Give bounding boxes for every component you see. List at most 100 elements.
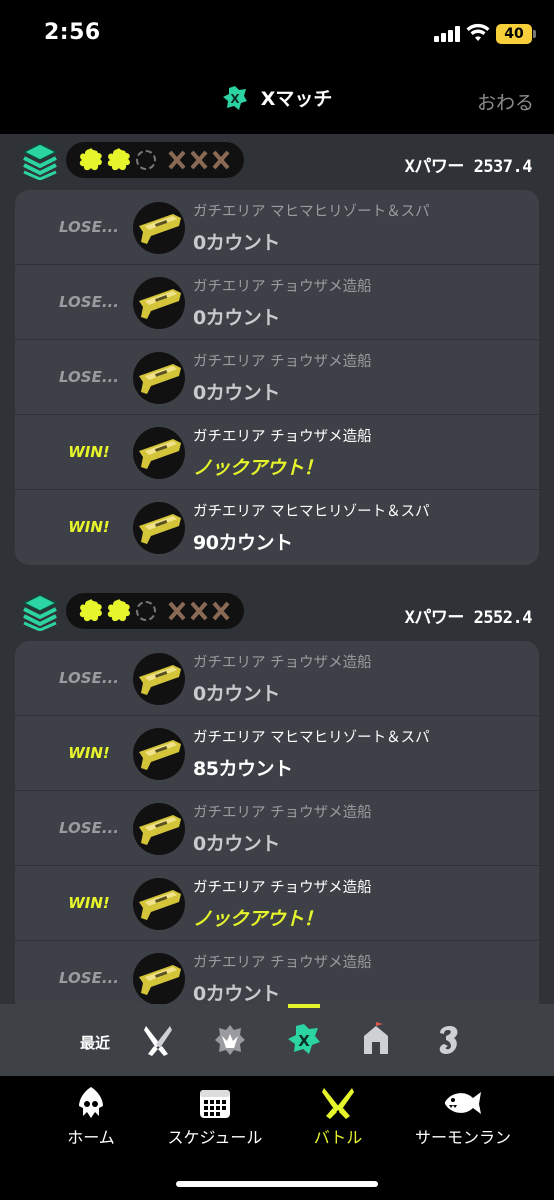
battle-card: LOSE... ガチエリア マヒマヒリゾート＆スパ 0カウント LOSE... ガチエリ… <box>15 190 539 565</box>
battle-score: 0カウント <box>193 307 280 329</box>
nav-label: ホーム <box>67 1128 115 1147</box>
challenge-icon[interactable] <box>358 1022 394 1058</box>
battle-row[interactable]: WIN! ガチエリア チョウザメ造船ノックアウト！ <box>15 866 539 941</box>
nav-label: バトル <box>313 1128 363 1147</box>
loss-cross-icon <box>168 601 186 621</box>
private-battle-icon[interactable] <box>430 1022 466 1058</box>
win-splat-icon <box>79 148 102 171</box>
splattershot-icon <box>133 653 185 705</box>
battle-result: LOSE... <box>59 819 119 837</box>
splattershot-icon <box>133 878 185 930</box>
battle-set: Xパワー 2552.4 LOSE... ガチエリア チョウザメ造船 0カウント WIN… <box>0 589 554 1004</box>
battle-row[interactable]: LOSE... ガチエリア チョウザメ造船 0カウント <box>15 641 539 716</box>
x-rank-icon <box>22 143 58 180</box>
anarchy-battle-icon[interactable] <box>212 1022 248 1058</box>
battle-set: Xパワー 2537.4 LOSE... ガチエリア マヒマヒリゾート＆スパ 0カウン… <box>0 138 554 565</box>
nav-label: スケジュール <box>167 1128 263 1147</box>
xpower-value: Xパワー 2552.4 <box>404 608 533 628</box>
mode-stage-label: ガチエリア チョウザメ造船 <box>193 279 372 295</box>
tab-recent[interactable]: 最近 <box>80 1032 110 1053</box>
calendar-icon <box>200 1090 230 1118</box>
battle-row[interactable]: LOSE... ガチエリア マヒマヒリゾート＆スパ 0カウント <box>15 190 539 265</box>
empty-slot-icon <box>136 601 156 621</box>
x-battle-icon[interactable]: X <box>286 1022 322 1058</box>
battle-result: LOSE... <box>59 218 119 236</box>
battle-score: 85カウント <box>193 758 293 780</box>
battle-row[interactable]: LOSE... ガチエリア チョウザメ造船 0カウント <box>15 791 539 866</box>
mode-stage-label: ガチエリア チョウザメ造船 <box>193 354 372 370</box>
set-header: Xパワー 2537.4 <box>0 138 554 190</box>
battle-score: 0カウント <box>193 983 280 1004</box>
loss-cross-icon <box>190 150 208 170</box>
battle-row[interactable]: WIN! ガチエリア マヒマヒリゾート＆スパ 85カウント <box>15 716 539 791</box>
home-indicator <box>176 1181 378 1187</box>
mode-tab-bar: 最近 X <box>0 1004 554 1076</box>
splattershot-icon <box>133 427 185 479</box>
win-splat-icon <box>107 148 130 171</box>
mode-stage-label: ガチエリア マヒマヒリゾート＆スパ <box>193 730 430 746</box>
mode-stage-label: ガチエリア マヒマヒリゾート＆スパ <box>193 504 430 520</box>
mode-stage-label: ガチエリア チョウザメ造船 <box>193 955 372 971</box>
empty-slot-icon <box>136 150 156 170</box>
close-button[interactable]: おわる <box>477 88 534 115</box>
mode-stage-label: ガチエリア マヒマヒリゾート＆スパ <box>193 204 430 220</box>
active-tab-indicator <box>288 1004 320 1008</box>
battle-score: 0カウント <box>193 232 280 254</box>
set-progress <box>66 593 244 629</box>
status-time: 2:56 <box>44 20 101 45</box>
battle-row[interactable]: WIN! ガチエリア チョウザメ造船ノックアウト！ <box>15 415 539 490</box>
svg-text:X: X <box>230 92 240 106</box>
battle-result: LOSE... <box>59 669 119 687</box>
loss-cross-icon <box>212 150 230 170</box>
nav-salmon-run[interactable]: サーモンラン <box>412 1086 514 1148</box>
battle-result: LOSE... <box>59 969 119 987</box>
nav-schedule[interactable]: スケジュール <box>162 1086 268 1148</box>
battle-result: WIN! <box>68 894 110 912</box>
battle-score: ノックアウト！ <box>193 457 323 479</box>
splattershot-icon <box>133 502 185 554</box>
battle-score: 0カウント <box>193 833 280 855</box>
squid-home-icon <box>79 1087 103 1118</box>
salmon-icon <box>445 1092 481 1114</box>
mode-stage-label: ガチエリア チョウザメ造船 <box>193 880 372 896</box>
loss-cross-icon <box>212 601 230 621</box>
page-title: Xマッチ <box>260 88 333 110</box>
nav-battle[interactable]: バトル <box>310 1086 366 1148</box>
set-progress <box>66 142 244 178</box>
battle-score: 0カウント <box>193 382 280 404</box>
nav-home[interactable]: ホーム <box>58 1086 124 1148</box>
splattershot-icon <box>133 277 185 329</box>
battle-row[interactable]: WIN! ガチエリア マヒマヒリゾート＆スパ 90カウント <box>15 490 539 565</box>
battle-history-list[interactable]: Xパワー 2537.4 LOSE... ガチエリア マヒマヒリゾート＆スパ 0カウン… <box>0 134 554 1004</box>
status-bar: 2:56 40 <box>0 0 554 68</box>
battle-result: WIN! <box>68 744 110 762</box>
battle-result: WIN! <box>68 443 110 461</box>
wifi-icon <box>466 23 490 41</box>
battle-row[interactable]: LOSE... ガチエリア チョウザメ造船 0カウント <box>15 340 539 415</box>
win-splat-icon <box>107 599 130 622</box>
svg-text:X: X <box>298 1032 310 1050</box>
splattershot-icon <box>133 953 185 1004</box>
cellular-signal-icon <box>434 26 460 42</box>
battle-score: 90カウント <box>193 532 293 554</box>
mode-stage-label: ガチエリア チョウザメ造船 <box>193 655 372 671</box>
set-header: Xパワー 2552.4 <box>0 589 554 641</box>
battery-icon: 40 <box>496 24 536 44</box>
splattershot-icon <box>133 202 185 254</box>
splattershot-icon <box>133 352 185 404</box>
battle-result: LOSE... <box>59 293 119 311</box>
loss-cross-icon <box>190 601 208 621</box>
app-header: X Xマッチ おわる <box>0 68 554 134</box>
battle-row[interactable]: LOSE... ガチエリア チョウザメ造船 0カウント <box>15 265 539 340</box>
battle-card: LOSE... ガチエリア チョウザメ造船 0カウント WIN! ガチエリア マヒマヒリ… <box>15 641 539 1004</box>
regular-battle-icon[interactable] <box>140 1022 176 1058</box>
xpower-value: Xパワー 2537.4 <box>404 157 533 177</box>
battle-result: WIN! <box>68 518 110 536</box>
splattershot-icon <box>133 803 185 855</box>
battle-result: LOSE... <box>59 368 119 386</box>
battle-score: ノックアウト！ <box>193 908 323 930</box>
mode-stage-label: ガチエリア チョウザメ造船 <box>193 805 372 821</box>
battle-row[interactable]: LOSE... ガチエリア チョウザメ造船 0カウント <box>15 941 539 1004</box>
x-match-icon: X <box>222 85 247 110</box>
mode-stage-label: ガチエリア チョウザメ造船 <box>193 429 372 445</box>
